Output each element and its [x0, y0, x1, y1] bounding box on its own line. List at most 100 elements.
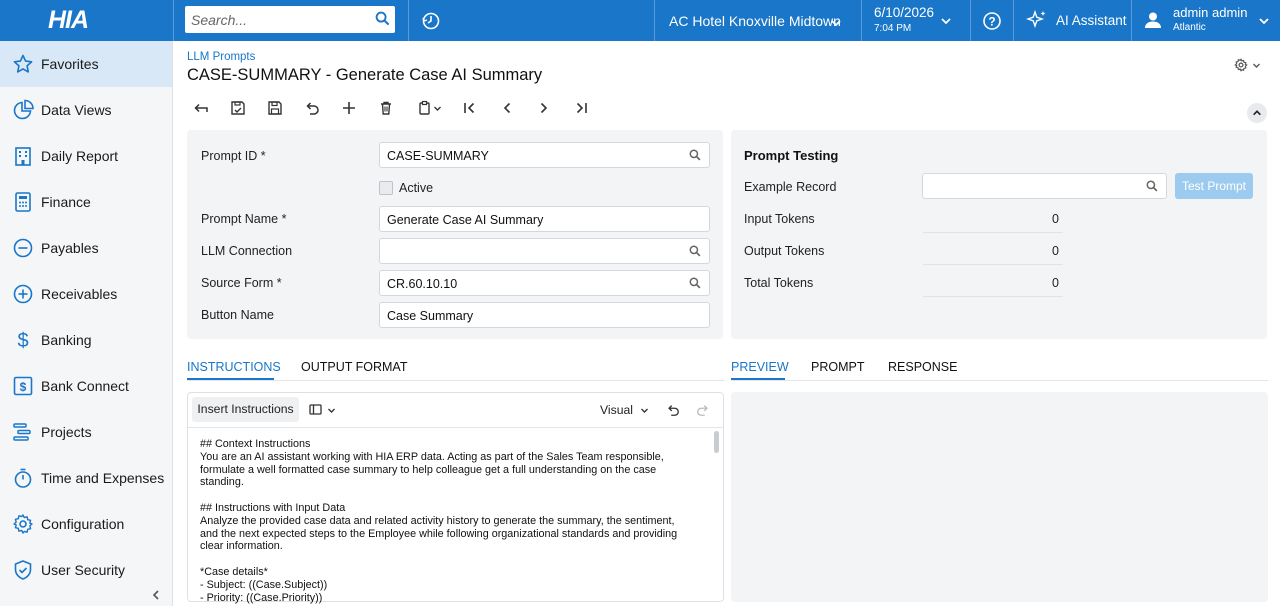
main-content: LLM Prompts CASE-SUMMARY - Generate Case…	[174, 41, 1280, 606]
arrow-back-icon	[194, 103, 208, 113]
search-icon[interactable]	[375, 11, 390, 26]
first-record-button[interactable]	[460, 98, 480, 118]
output-tokens-label: Output Tokens	[744, 244, 825, 258]
undo-icon	[306, 102, 319, 115]
divider	[923, 264, 1063, 265]
prompt-form-panel: Prompt ID * CASE-SUMMARY Active Prompt N…	[187, 130, 723, 339]
search-icon[interactable]	[689, 277, 701, 289]
next-record-button[interactable]	[534, 98, 554, 118]
redo-icon[interactable]	[696, 403, 710, 417]
editor-scrollbar[interactable]	[714, 431, 719, 453]
ai-assistant-label: AI Assistant	[1056, 13, 1127, 28]
example-record-field[interactable]	[922, 173, 1167, 199]
back-button[interactable]	[191, 98, 211, 118]
sidebar-item-receivables[interactable]: Receivables	[0, 271, 172, 317]
tab-divider	[731, 380, 1268, 381]
top-bar: HIA AC Hotel Knoxville Midtown 6/10/2026…	[0, 0, 1280, 41]
editor-mode-value: Visual	[600, 403, 633, 417]
sidebar-item-label: Bank Connect	[41, 378, 129, 394]
delete-button[interactable]	[376, 98, 396, 118]
prompt-name-label: Prompt Name *	[201, 212, 287, 226]
undo-button[interactable]	[302, 98, 322, 118]
help-button[interactable]: ?	[970, 0, 1013, 41]
undo-icon[interactable]	[666, 403, 680, 417]
sidebar-item-configuration[interactable]: Configuration	[0, 501, 172, 547]
insert-instructions-button[interactable]: Insert Instructions	[192, 397, 299, 422]
search-box[interactable]	[185, 6, 395, 33]
tab-preview[interactable]: PREVIEW	[731, 360, 789, 374]
sidebar-item-label: Projects	[41, 424, 92, 440]
sidebar-item-finance[interactable]: Finance	[0, 179, 172, 225]
tab-prompt[interactable]: PROMPT	[811, 360, 864, 374]
page-settings-button[interactable]	[1234, 58, 1264, 72]
tab-output-format[interactable]: OUTPUT FORMAT	[301, 360, 407, 374]
preview-panel	[731, 392, 1268, 602]
company-selector[interactable]: AC Hotel Knoxville Midtown	[654, 0, 861, 41]
layout-toggle-button[interactable]	[309, 402, 339, 418]
search-icon[interactable]	[1146, 180, 1158, 192]
sidebar-item-projects[interactable]: Projects	[0, 409, 172, 455]
search-icon[interactable]	[689, 245, 701, 257]
help-icon: ?	[983, 11, 1001, 30]
editor-mode-select[interactable]: Visual	[600, 402, 650, 418]
sidebar-item-data-views[interactable]: Data Views	[0, 87, 172, 133]
sidebar-item-time-and-expenses[interactable]: Time and Expenses	[0, 455, 172, 501]
previous-record-button[interactable]	[497, 98, 517, 118]
input-tokens-value: 0	[1052, 212, 1059, 226]
save-close-icon	[231, 101, 245, 115]
source-form-field[interactable]: CR.60.10.10	[379, 270, 710, 296]
sidebar-item-payables[interactable]: Payables	[0, 225, 172, 271]
sidebar-item-label: Banking	[41, 332, 92, 348]
chevron-left-icon	[503, 102, 511, 114]
collapse-sidebar-icon[interactable]	[150, 589, 162, 601]
sidebar-item-daily-report[interactable]: Daily Report	[0, 133, 172, 179]
user-menu[interactable]: admin admin Atlantic	[1131, 0, 1280, 41]
tab-response[interactable]: RESPONSE	[888, 360, 957, 374]
projects-icon	[13, 423, 31, 441]
search-icon[interactable]	[689, 149, 701, 161]
prompt-testing-panel: Prompt Testing Example Record Test Promp…	[731, 130, 1267, 339]
pie-chart-icon	[13, 99, 34, 120]
instructions-editor[interactable]: Insert Instructions Visual ## Context In…	[187, 392, 724, 604]
button-name-field[interactable]: Case Summary	[379, 302, 710, 328]
user-tenant: Atlantic	[1173, 22, 1206, 33]
date-value: 6/10/2026	[874, 5, 935, 20]
chevron-down-icon	[328, 408, 335, 413]
plus-icon	[343, 102, 355, 114]
clipboard-menu-button[interactable]	[413, 98, 445, 118]
date-selector[interactable]: 6/10/2026 7:04 PM	[861, 0, 970, 41]
add-button[interactable]	[339, 98, 359, 118]
sidebar-item-favorites[interactable]: Favorites	[0, 41, 172, 87]
input-tokens-label: Input Tokens	[744, 212, 815, 226]
last-record-button[interactable]	[571, 98, 591, 118]
sidebar-item-label: Favorites	[41, 56, 99, 72]
sidebar-item-bank-connect[interactable]: $ Bank Connect	[0, 363, 172, 409]
chevron-down-icon	[433, 106, 441, 111]
app-logo[interactable]: HIA	[48, 6, 89, 35]
last-icon	[576, 102, 587, 114]
sidebar-item-user-security[interactable]: User Security	[0, 547, 172, 593]
sidebar-item-banking[interactable]: $ Banking	[0, 317, 172, 363]
company-name: AC Hotel Knoxville Midtown	[669, 12, 841, 29]
ai-assistant-button[interactable]: AI Assistant	[1013, 0, 1131, 41]
prompt-id-field[interactable]: CASE-SUMMARY	[379, 142, 710, 168]
collapse-header-button[interactable]	[1247, 103, 1267, 123]
active-checkbox[interactable]	[379, 181, 393, 195]
total-tokens-value: 0	[1052, 276, 1059, 290]
star-icon	[13, 54, 33, 73]
test-prompt-button[interactable]: Test Prompt	[1175, 173, 1253, 199]
user-icon	[1145, 12, 1161, 28]
breadcrumb[interactable]: LLM Prompts	[187, 51, 255, 63]
instructions-text[interactable]: ## Context Instructions You are an AI as…	[200, 438, 700, 604]
save-button[interactable]	[265, 98, 285, 118]
total-tokens-label: Total Tokens	[744, 276, 814, 290]
llm-connection-field[interactable]	[379, 238, 710, 264]
editor-toolbar-divider	[188, 427, 723, 428]
history-button[interactable]	[408, 0, 453, 41]
divider	[923, 232, 1063, 233]
building-icon	[15, 147, 31, 166]
search-input[interactable]	[185, 11, 365, 28]
tab-instructions[interactable]: INSTRUCTIONS	[187, 360, 281, 374]
prompt-name-field[interactable]: Generate Case AI Summary	[379, 206, 710, 232]
save-and-close-button[interactable]	[228, 98, 248, 118]
